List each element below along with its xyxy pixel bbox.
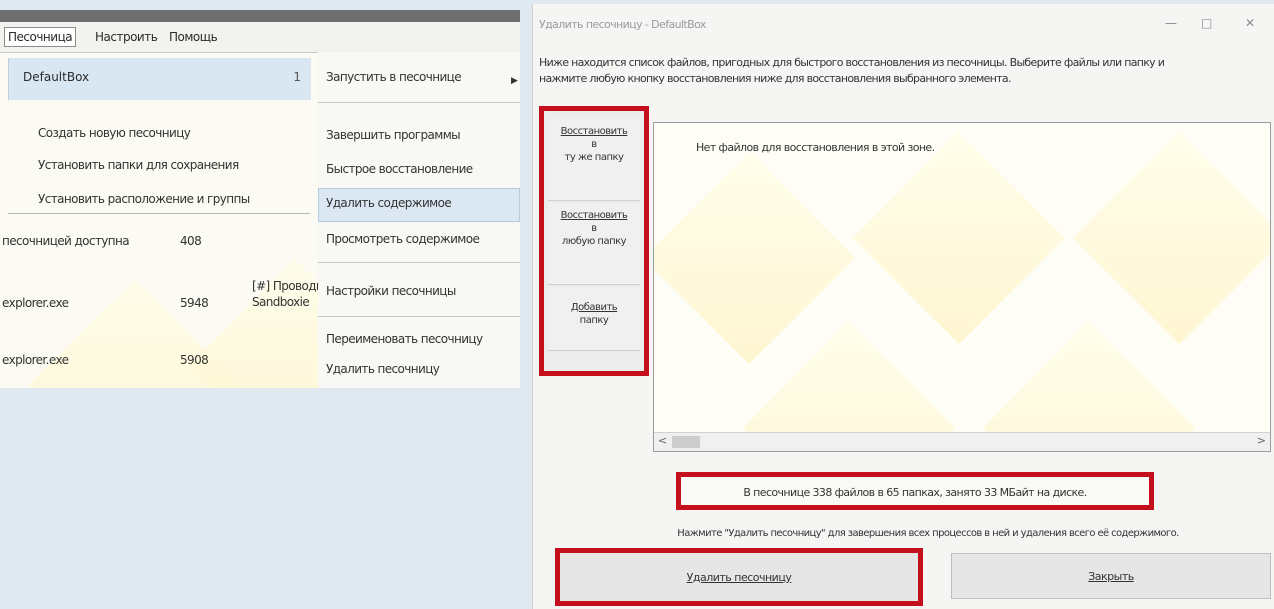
title-bar <box>0 10 520 22</box>
submenu-item-terminate[interactable]: Завершить программы <box>326 128 461 142</box>
scroll-thumb[interactable] <box>672 436 700 448</box>
divider <box>318 262 520 263</box>
recovery-buttons-panel: Восстановить в ту же папку Восстановить … <box>539 106 649 376</box>
sandbox-count: 1 <box>293 70 301 84</box>
submenu-item-sandbox-settings[interactable]: Настройки песочницы <box>326 284 456 298</box>
button-label: любую папку <box>561 236 627 247</box>
delete-hint-text: Нажмите "Удалить песочницу" для завершен… <box>677 528 1179 539</box>
background-decoration <box>1072 131 1270 345</box>
button-label: Восстановить <box>560 210 628 221</box>
recover-same-folder-button[interactable]: Восстановить в ту же папку <box>548 119 640 201</box>
sandbox-row-defaultbox[interactable]: DefaultBox 1 <box>8 58 311 100</box>
delete-sandbox-button[interactable]: Удалить песочницу <box>555 548 923 606</box>
menu-item-set-folders[interactable]: Установить папки для сохранения <box>38 158 239 172</box>
menu-configure[interactable]: Настроить <box>92 28 160 46</box>
process-pid: 5948 <box>180 296 209 310</box>
button-label: Закрыть <box>1088 569 1134 583</box>
sandbox-name: DefaultBox <box>23 70 90 84</box>
submenu-item-run-sandboxed[interactable]: Запустить в песочнице <box>326 70 462 84</box>
dialog-description-line: нажмите любую кнопку восстановления ниже… <box>539 72 1011 85</box>
process-name[interactable]: explorer.exe <box>2 296 69 310</box>
submenu-arrow-icon: ▶ <box>511 76 518 86</box>
menu-help[interactable]: Помощь <box>166 28 220 46</box>
minimize-icon[interactable]: — <box>1165 16 1177 30</box>
submenu-item-delete-contents[interactable]: Удалить содержимое <box>326 196 452 210</box>
button-label: Восстановить <box>560 126 628 137</box>
sandboxie-main-window: Песочница Настроить Помощь DefaultBox 1 … <box>0 10 520 388</box>
status-text: В песочнице 338 файлов в 65 папках, заня… <box>743 486 1087 499</box>
maximize-icon[interactable]: □ <box>1201 16 1212 30</box>
background-decoration <box>852 131 1066 345</box>
divider <box>318 102 520 103</box>
process-pid: 5908 <box>180 353 209 367</box>
menu-item-create-sandbox[interactable]: Создать новую песочницу <box>38 126 191 140</box>
submenu-item-remove-sandbox[interactable]: Удалить песочницу <box>326 362 440 376</box>
submenu-item-explore-contents[interactable]: Просмотреть содержимое <box>326 232 480 246</box>
submenu-item-rename-sandbox[interactable]: Переименовать песочницу <box>326 332 483 346</box>
close-button[interactable]: Закрыть <box>951 553 1271 599</box>
button-label: в <box>591 223 597 234</box>
divider <box>318 316 520 317</box>
button-label: в <box>591 139 597 150</box>
horizontal-scrollbar[interactable]: < > <box>654 432 1270 451</box>
delete-sandbox-dialog: Удалить песочницу - DefaultBox — □ ✕ Ниж… <box>532 4 1274 609</box>
dialog-description-line: Ниже находится список файлов, пригодных … <box>539 56 1165 69</box>
background-decoration <box>654 151 856 365</box>
button-label: ту же папку <box>564 152 624 163</box>
button-label: Добавить <box>570 302 618 313</box>
divider <box>8 213 310 214</box>
close-icon[interactable]: ✕ <box>1245 16 1255 30</box>
add-folder-button[interactable]: Добавить папку <box>548 287 640 351</box>
recover-any-folder-button[interactable]: Восстановить в любую папку <box>548 203 640 285</box>
process-pid: 408 <box>180 234 202 248</box>
button-label: папку <box>579 315 609 326</box>
submenu-item-quick-recovery[interactable]: Быстрое восстановление <box>326 162 473 176</box>
process-name[interactable]: песочницей доступна <box>2 234 130 248</box>
menu-item-set-layout[interactable]: Установить расположение и группы <box>38 192 250 206</box>
scroll-right-icon[interactable]: > <box>1257 434 1266 447</box>
menu-sandbox[interactable]: Песочница <box>4 27 77 47</box>
empty-list-message: Нет файлов для восстановления в этой зон… <box>696 141 935 154</box>
sandbox-size-status: В песочнице 338 файлов в 65 папках, заня… <box>676 472 1154 510</box>
button-label: Удалить песочницу <box>686 570 792 584</box>
process-name[interactable]: explorer.exe <box>2 353 69 367</box>
dialog-title: Удалить песочницу - DefaultBox <box>539 18 706 31</box>
scroll-left-icon[interactable]: < <box>658 434 667 447</box>
recovery-file-list[interactable]: Нет файлов для восстановления в этой зон… <box>653 122 1271 452</box>
menu-bar: Песочница Настроить Помощь <box>0 22 520 53</box>
